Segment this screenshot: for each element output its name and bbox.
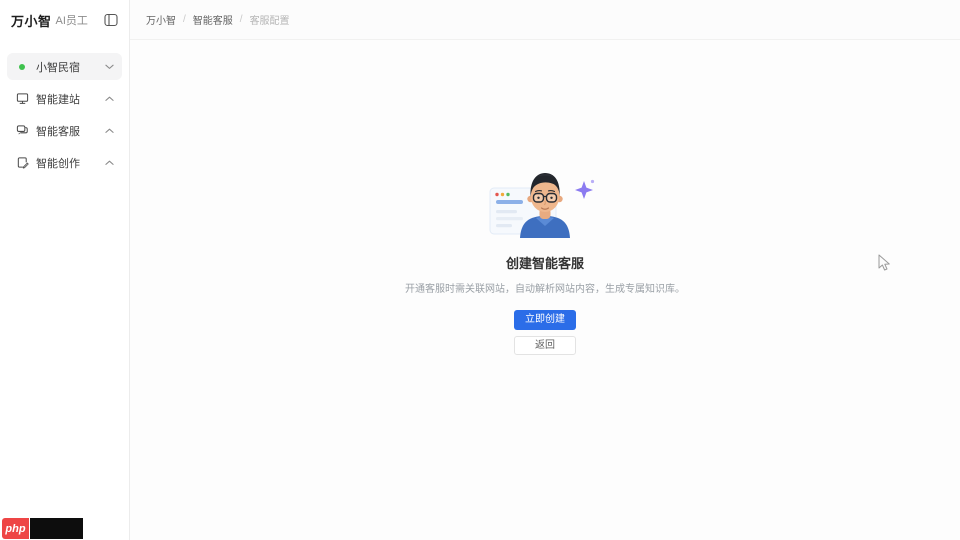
monitor-icon: [15, 92, 29, 106]
sidebar-item-zhineng-kefu[interactable]: 智能客服: [7, 117, 122, 144]
sidebar-item-label: 智能建站: [36, 93, 80, 106]
chevron-up-icon: [105, 160, 114, 166]
status-dot-icon: [19, 63, 25, 70]
content-area: 创建智能客服 开通客服时需关联网站，自动解析网站内容，生成专属知识库。 立即创建…: [130, 40, 960, 540]
mouse-cursor: [878, 254, 891, 272]
sidebar-item-label: 智能创作: [36, 157, 80, 170]
empty-state: 创建智能客服 开通客服时需关联网站，自动解析网站内容，生成专属知识库。 立即创建…: [335, 168, 755, 355]
chevron-up-icon: [105, 128, 114, 134]
breadcrumb-separator: /: [183, 14, 186, 25]
breadcrumb: 万小智 / 智能客服 / 客服配置: [146, 12, 290, 27]
sidebar-nav: 小智民宿 智能建站 智能客服 智能创作: [0, 48, 129, 181]
breadcrumb-separator: /: [239, 14, 243, 25]
sidebar-item-zhineng-jianzhan[interactable]: 智能建站: [7, 85, 122, 112]
chevron-down-icon: [105, 64, 114, 70]
panel-collapse-icon: [103, 13, 118, 27]
main-panel: 万小智 / 智能客服 / 客服配置 创建智能客服 开通客服时需关联网站，自动解析…: [130, 0, 960, 540]
sidebar-collapse-button[interactable]: [103, 13, 118, 28]
sidebar-item-label: 小智民宿: [36, 61, 80, 74]
app-window: 万小智 AI员工 小智民宿 智能建站 智能客服 智能创作 万小智 / 智能客服 …: [0, 0, 960, 540]
php-watermark: php: [2, 518, 83, 539]
sidebar-item-label: 智能客服: [36, 125, 80, 138]
sidebar-item-zhineng-chuangzuo[interactable]: 智能创作: [7, 149, 122, 176]
empty-state-title: 创建智能客服: [505, 256, 584, 271]
breadcrumb-item-current: 客服配置: [249, 16, 290, 27]
chat-icon: [15, 124, 29, 138]
customer-service-illustration: [489, 173, 595, 238]
compose-icon: [15, 156, 29, 170]
watermark-black-box: [30, 518, 83, 539]
create-now-button[interactable]: 立即创建: [514, 310, 576, 330]
sidebar-header: 万小智 AI员工: [0, 0, 129, 40]
breadcrumb-item-home[interactable]: 万小智: [146, 12, 176, 27]
back-button[interactable]: 返回: [514, 336, 576, 355]
php-logo: php: [2, 518, 29, 539]
chevron-up-icon: [105, 96, 114, 102]
breadcrumb-item-kefu[interactable]: 智能客服: [193, 12, 233, 27]
app-logo-brand: 万小智: [11, 13, 52, 29]
sidebar-item-xiaozhi-minsu[interactable]: 小智民宿: [7, 53, 122, 80]
main-header: 万小智 / 智能客服 / 客服配置: [130, 0, 960, 40]
app-logo-suffix: AI员工: [55, 15, 88, 27]
empty-state-description: 开通客服时需关联网站，自动解析网站内容，生成专属知识库。: [405, 284, 685, 295]
sidebar: 万小智 AI员工 小智民宿 智能建站 智能客服 智能创作: [0, 0, 130, 540]
